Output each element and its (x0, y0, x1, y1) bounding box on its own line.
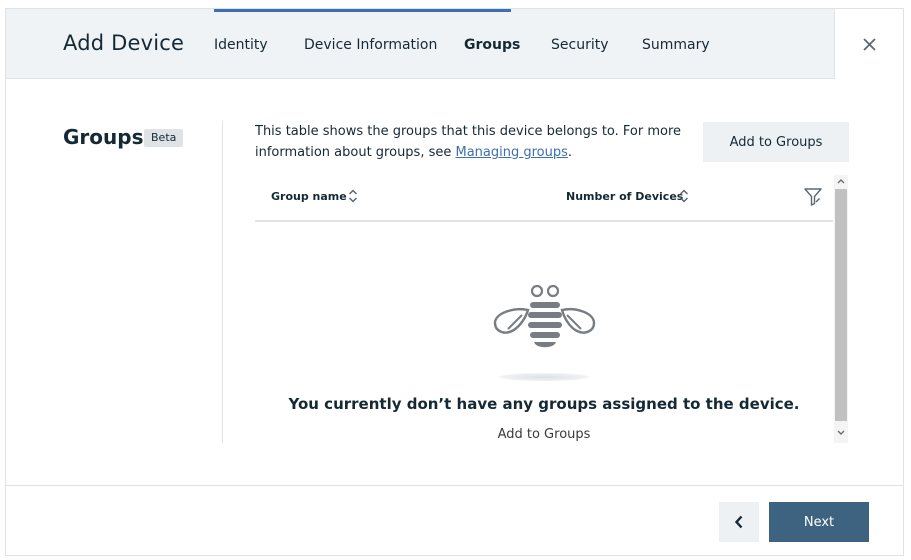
scroll-down-arrow-icon[interactable] (837, 430, 845, 436)
close-button[interactable] (834, 9, 903, 79)
column-header-group-name[interactable]: Group name (271, 190, 347, 203)
add-to-groups-button[interactable]: Add to Groups (703, 122, 849, 162)
tab-summary[interactable]: Summary (642, 9, 710, 79)
add-device-modal: Add Device Identity Device Information G… (5, 8, 904, 556)
managing-groups-link[interactable]: Managing groups (456, 145, 568, 160)
modal-header: Add Device Identity Device Information G… (6, 9, 834, 79)
section-description: This table shows the groups that this de… (255, 121, 685, 163)
column-header-number-of-devices[interactable]: Number of Devices (566, 190, 683, 203)
tab-groups[interactable]: Groups (464, 9, 520, 79)
chevron-left-icon (734, 515, 743, 529)
back-button[interactable] (719, 502, 759, 542)
tab-device-information[interactable]: Device Information (304, 9, 437, 79)
beta-badge: Beta (144, 129, 184, 147)
modal-title: Add Device (63, 31, 185, 55)
close-icon (863, 38, 876, 51)
tab-identity[interactable]: Identity (214, 9, 268, 79)
sort-icon[interactable] (679, 188, 689, 204)
vertical-divider (222, 121, 223, 443)
description-end: . (567, 145, 573, 160)
next-button[interactable]: Next (769, 502, 869, 542)
filter-icon[interactable] (803, 187, 823, 207)
table-scrollbar[interactable] (834, 175, 848, 443)
bee-icon (493, 284, 596, 348)
groups-table-header: Group name Number of Devices (255, 175, 833, 222)
empty-state-title: You currently don’t have any groups assi… (288, 395, 800, 413)
bee-shadow (499, 373, 589, 381)
modal-footer: Next (6, 485, 903, 555)
tab-security[interactable]: Security (551, 9, 609, 79)
scroll-up-arrow-icon[interactable] (837, 178, 845, 184)
scrollbar-thumb[interactable] (835, 189, 847, 421)
sort-icon[interactable] (348, 188, 358, 204)
section-title: Groups (63, 125, 144, 149)
empty-state-add-to-groups-link[interactable]: Add to Groups (255, 427, 833, 442)
